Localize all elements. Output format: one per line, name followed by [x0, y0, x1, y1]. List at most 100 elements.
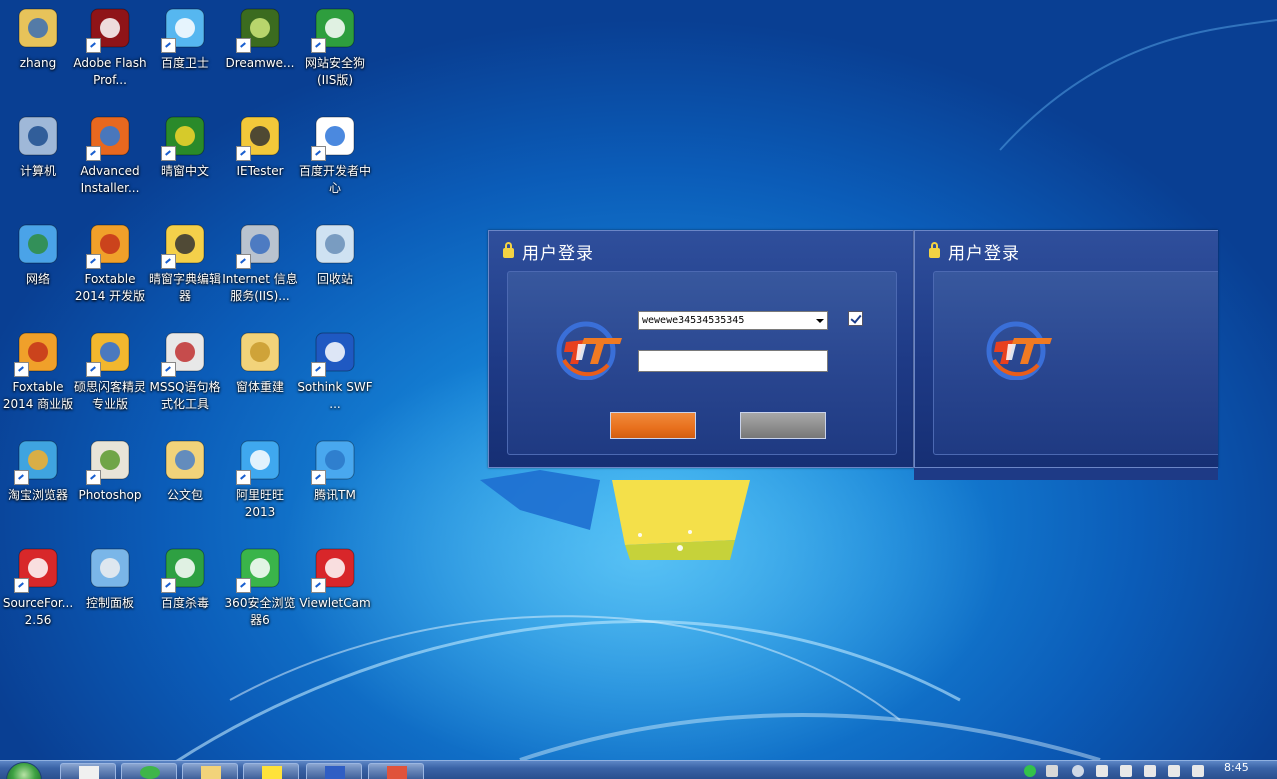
desktop-icon-label: 晴窗中文 — [160, 164, 209, 178]
desktop-icon[interactable]: SourceFor... 2.56 — [0, 545, 76, 629]
desktop-icon[interactable]: 腾讯TM — [297, 437, 373, 504]
desktop-icon[interactable]: Dreamwe... — [222, 5, 298, 72]
keyboard-tray-icon[interactable] — [1120, 765, 1132, 777]
desktop-icon[interactable]: 360安全浏览器6 — [222, 545, 298, 629]
clock[interactable]: 8:45 — [1224, 761, 1249, 774]
remember-checkbox[interactable] — [848, 311, 863, 326]
taskbar: 8:45 — [0, 760, 1277, 779]
reset-button[interactable] — [740, 412, 826, 439]
desktop-icon[interactable]: 网络 — [0, 221, 76, 288]
username-value: wewewe34534535345 — [642, 315, 745, 326]
desktop-icon[interactable]: 淘宝浏览器 — [0, 437, 76, 504]
desktop-icon[interactable]: Foxtable 2014 开发版 — [72, 221, 148, 305]
shortcut-arrow-icon — [86, 470, 101, 485]
360-browser-icon — [236, 545, 284, 593]
user-folder-icon — [14, 5, 62, 53]
ietester-icon — [236, 113, 284, 161]
desktop-icon[interactable]: 回收站 — [297, 221, 373, 288]
shortcut-arrow-icon — [236, 578, 251, 593]
shortcut-arrow-icon — [86, 254, 101, 269]
shortcut-arrow-icon — [14, 578, 29, 593]
network-tray-icon[interactable] — [1024, 765, 1036, 777]
foxtable-icon — [86, 221, 134, 269]
taskbar-app-media[interactable] — [368, 763, 424, 779]
desktop-icon[interactable]: zhang — [0, 5, 76, 72]
taskbar-app-notepad[interactable] — [60, 763, 116, 779]
desktop-icon-label: Photoshop — [78, 488, 142, 502]
desktop-icon-label: Foxtable 2014 开发版 — [74, 272, 146, 303]
desktop-icon-label: 回收站 — [316, 272, 353, 286]
desktop-icon[interactable]: 晴窗字典编辑器 — [147, 221, 223, 305]
desktop-icon[interactable]: 晴窗中文 — [147, 113, 223, 180]
advanced-installer-icon — [86, 113, 134, 161]
shortcut-arrow-icon — [86, 38, 101, 53]
desktop-icon-label: ViewletCam — [299, 596, 371, 610]
shortcut-arrow-icon — [236, 146, 251, 161]
desktop-icon[interactable]: Sothink SWF ... — [297, 329, 373, 413]
baidu-guard-icon — [161, 5, 209, 53]
desktop-icon[interactable]: Internet 信息服务(IIS)... — [222, 221, 298, 305]
desktop-icon[interactable]: 网站安全狗(IIS版) — [297, 5, 373, 89]
desktop-icon[interactable]: IETester — [222, 113, 298, 180]
photoshop-icon — [86, 437, 134, 485]
desktop-icon[interactable]: Adobe Flash Prof... — [72, 5, 148, 89]
username-combobox[interactable]: wewewe34534535345 — [638, 311, 828, 330]
volume-tray-icon[interactable] — [1192, 765, 1204, 777]
search-tray-icon[interactable] — [1072, 765, 1084, 777]
battery-tray-icon[interactable] — [1096, 765, 1108, 777]
sothink-decompiler-icon — [86, 329, 134, 377]
desktop-icon[interactable]: Advanced Installer... — [72, 113, 148, 197]
monitor-tray-icon[interactable] — [1144, 765, 1156, 777]
login-dialog-2[interactable]: 用户登录 — [914, 230, 1218, 468]
shortcut-arrow-icon — [311, 38, 326, 53]
desktop-icon[interactable]: 百度杀毒 — [147, 545, 223, 612]
shortcut-arrow-icon — [161, 146, 176, 161]
login-button[interactable] — [610, 412, 696, 439]
foxtable-icon — [14, 329, 62, 377]
taskbar-app-word[interactable] — [306, 763, 362, 779]
speaker-tray-icon[interactable] — [1046, 765, 1058, 777]
desktop-icon-label: Sothink SWF ... — [297, 380, 373, 411]
desktop-icon-label: 腾讯TM — [314, 488, 356, 502]
shortcut-arrow-icon — [14, 470, 29, 485]
desktop-icon-label: Advanced Installer... — [80, 164, 140, 195]
dialog-title-text: 用户登录 — [522, 244, 594, 264]
desktop-icon[interactable]: 控制面板 — [72, 545, 148, 612]
desktop-icon[interactable]: 百度开发者中心 — [297, 113, 373, 197]
desktop-icon[interactable]: 公文包 — [147, 437, 223, 504]
taskbar-app-360-browser[interactable] — [121, 763, 177, 779]
taskbar-app-help[interactable] — [243, 763, 299, 779]
dialog-bottom-strip — [914, 468, 1218, 480]
desktop-icon-label: 计算机 — [19, 164, 56, 178]
flag-tray-icon[interactable] — [1168, 765, 1180, 777]
desktop-icon[interactable]: Photoshop — [72, 437, 148, 504]
desktop-icon-label: Foxtable 2014 商业版 — [2, 380, 74, 411]
desktop-icon-label: 晴窗字典编辑器 — [148, 272, 221, 303]
desktop-icon[interactable]: 计算机 — [0, 113, 76, 180]
shortcut-arrow-icon — [311, 146, 326, 161]
taskbar-app-explorer[interactable] — [182, 763, 238, 779]
sourceforge-icon — [14, 545, 62, 593]
desktop-icon[interactable]: 窗体重建 — [222, 329, 298, 396]
desktop-icon[interactable]: 百度卫士 — [147, 5, 223, 72]
desktop-icon-label: 硕思闪客精灵 专业版 — [73, 380, 146, 411]
desktop-icon[interactable]: ViewletCam — [297, 545, 373, 612]
desktop-icon-label: Adobe Flash Prof... — [73, 56, 147, 87]
login-panel — [933, 271, 1218, 455]
desktop-icon-label: 百度开发者中心 — [298, 164, 371, 195]
desktop-icon[interactable]: 硕思闪客精灵 专业版 — [72, 329, 148, 413]
dictionary-editor-icon — [161, 221, 209, 269]
password-input[interactable] — [638, 350, 828, 372]
desktop-icon-label: 百度杀毒 — [160, 596, 209, 610]
shortcut-arrow-icon — [236, 470, 251, 485]
desktop-icon[interactable]: Foxtable 2014 商业版 — [0, 329, 76, 413]
login-dialog-1[interactable]: 用户登录 wewewe34534535345 — [488, 230, 914, 468]
shortcut-arrow-icon — [311, 362, 326, 377]
shortcut-arrow-icon — [161, 578, 176, 593]
company-logo-icon — [556, 321, 622, 380]
chevron-down-icon[interactable] — [812, 312, 827, 329]
desktop-icon-label: 控制面板 — [85, 596, 134, 610]
desktop-icon[interactable]: 阿里旺旺 2013 — [222, 437, 298, 521]
desktop-icon[interactable]: MSSQ语句格式化工具 — [147, 329, 223, 413]
baidu-dev-icon — [311, 113, 359, 161]
